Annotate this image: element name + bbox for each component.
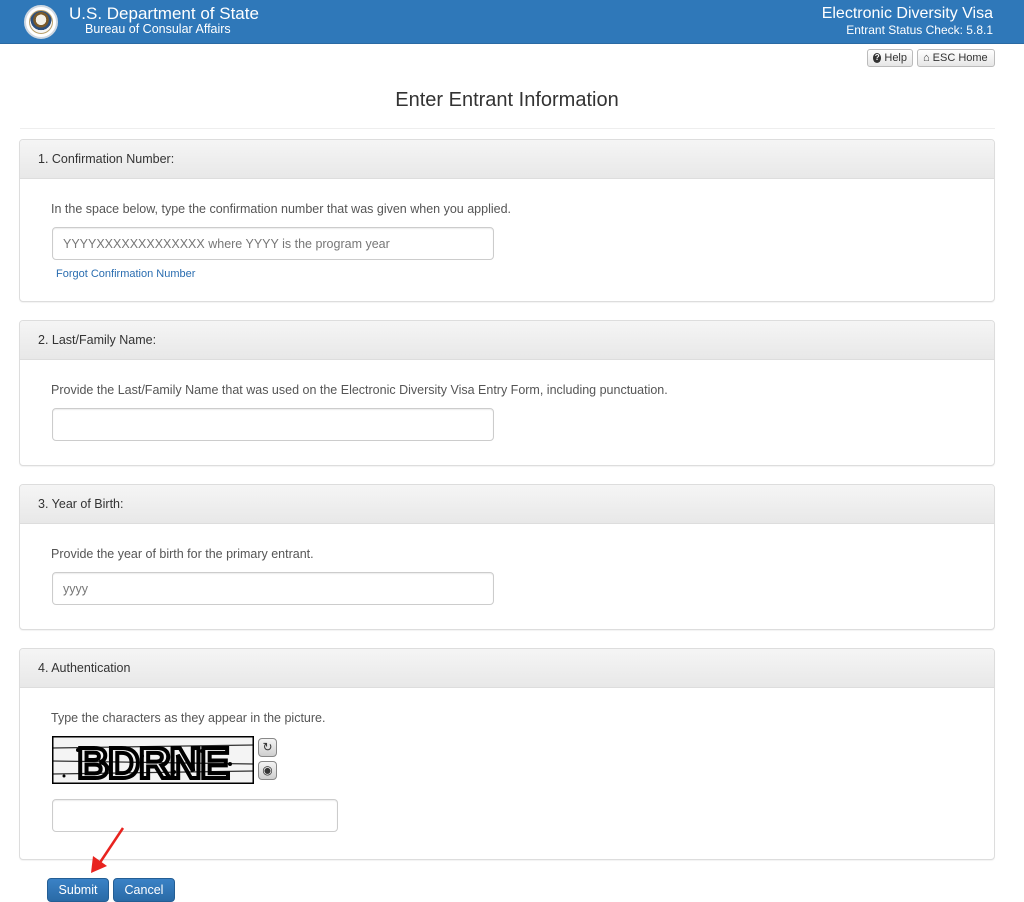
state-department-seal-icon [24,5,58,39]
refresh-captcha-button[interactable]: ↻ [258,738,277,757]
captcha-image: BDRNE [52,736,254,784]
authentication-panel: 4. Authentication Type the characters as… [19,648,995,860]
help-button[interactable]: ? Help [867,49,913,67]
captcha-input[interactable] [52,799,338,832]
year-of-birth-input[interactable] [52,572,494,605]
instruction-text: In the space below, type the confirmatio… [51,202,512,216]
panel-heading: 2. Last/Family Name: [20,321,994,360]
app-title: Electronic Diversity Visa [821,5,993,22]
app-version: Entrant Status Check: 5.8.1 [846,23,993,37]
question-circle-icon: ? [873,53,882,63]
confirmation-number-input[interactable] [52,227,494,260]
year-of-birth-panel: 3. Year of Birth: Provide the year of bi… [19,484,995,630]
instruction-text: Provide the year of birth for the primar… [51,547,314,561]
panel-heading: 1. Confirmation Number: [20,140,994,179]
agency-title: U.S. Department of State [69,4,259,23]
refresh-icon: ↻ [262,740,273,754]
forgot-confirmation-link[interactable]: Forgot Confirmation Number [56,268,195,280]
audio-captcha-button[interactable]: ◉ [258,761,277,780]
esc-home-button[interactable]: ⌂ ESC Home [917,49,995,67]
audio-icon: ◉ [262,763,273,777]
submit-button[interactable]: Submit [47,878,109,902]
last-name-input[interactable] [52,408,494,441]
instruction-text: Type the characters as they appear in th… [51,711,326,725]
panel-heading: 4. Authentication [20,649,994,688]
page-title: Enter Entrant Information [395,89,619,111]
home-icon: ⌂ [923,52,930,64]
help-label: Help [884,52,907,64]
confirmation-number-panel: 1. Confirmation Number: In the space bel… [19,139,995,302]
instruction-text: Provide the Last/Family Name that was us… [51,383,668,397]
home-label: ESC Home [932,52,988,64]
divider [20,128,995,129]
last-name-panel: 2. Last/Family Name: Provide the Last/Fa… [19,320,995,466]
cancel-button[interactable]: Cancel [113,878,175,902]
agency-subtitle: Bureau of Consular Affairs [85,22,231,36]
header-bar: U.S. Department of State Bureau of Consu… [0,0,1024,44]
panel-heading: 3. Year of Birth: [20,485,994,524]
captcha-text: BDRNE [77,739,228,784]
